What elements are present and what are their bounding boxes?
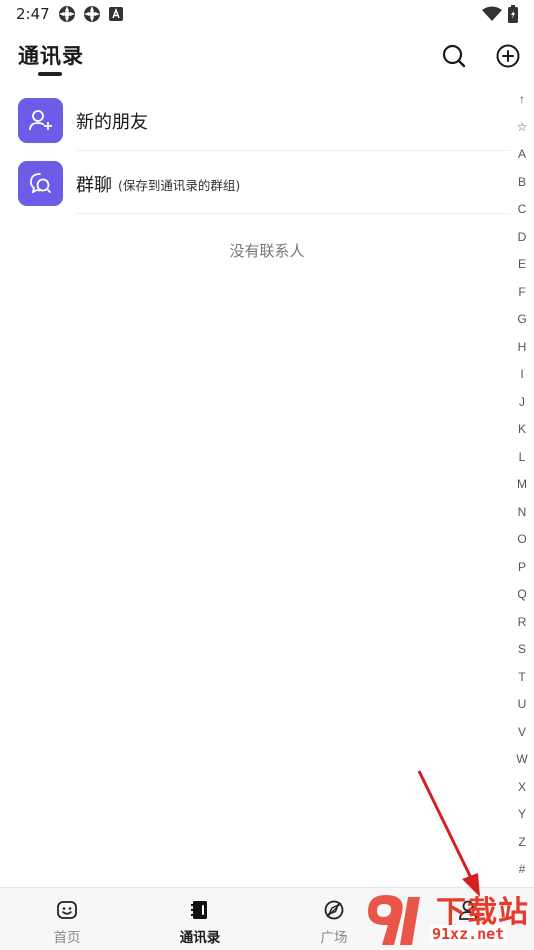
group-chat-note: (保存到通讯录的群组) [118,178,241,193]
chat-bubble-icon [30,173,51,194]
alpha-index-letter[interactable]: K [510,422,534,436]
alpha-index-letter[interactable]: ☆ [510,120,534,134]
nav-home-label: 首页 [53,930,81,946]
alpha-index-letter[interactable]: M [510,477,534,491]
notification-app-icon-2 [84,6,100,22]
alpha-index-letter[interactable]: P [510,560,534,574]
nav-home[interactable]: 首页 [17,888,117,950]
alpha-index-letter[interactable]: I [510,367,534,381]
alpha-index-letter[interactable]: X [510,780,534,794]
row-divider [76,213,510,214]
alpha-index-letter[interactable]: G [510,312,534,326]
alpha-index-letter[interactable]: R [510,615,534,629]
alpha-index-letter[interactable]: B [510,175,534,189]
add-circle-icon[interactable] [494,42,522,70]
battery-icon [508,5,518,23]
alpha-index-letter[interactable]: Q [510,587,534,601]
nav-profile[interactable] [418,888,518,950]
add-user-icon [29,110,52,131]
alpha-index-letter[interactable]: N [510,505,534,519]
alpha-index-letter[interactable]: E [510,257,534,271]
group-chat-row[interactable]: 群聊 (保存到通讯录的群组) [0,152,510,214]
alpha-index-letter[interactable]: ↑ [510,92,534,106]
font-app-icon [109,7,123,21]
nav-contacts-label: 通讯录 [179,930,221,946]
status-time: 2:47 [16,5,50,23]
new-friends-label: 新的朋友 [76,112,148,133]
alpha-index-letter[interactable]: C [510,202,534,216]
bottom-nav: 首页 通讯录 广场 [0,887,534,950]
alpha-index-letter[interactable]: W [510,752,534,766]
alpha-index-letter[interactable]: L [510,450,534,464]
empty-contacts-message: 没有联系人 [229,242,305,260]
nav-plaza[interactable]: 广场 [284,888,384,950]
nav-plaza-label: 广场 [320,930,348,946]
alpha-index-letter[interactable]: T [510,670,534,684]
alpha-index-letter[interactable]: F [510,285,534,299]
alpha-index-letter[interactable]: O [510,532,534,546]
alpha-index-letter[interactable]: U [510,697,534,711]
compass-icon [324,900,344,920]
alpha-index-letter[interactable]: A [510,147,534,161]
app-header: 通讯录 [0,28,534,80]
search-icon[interactable] [440,42,468,70]
alpha-index-letter[interactable]: S [510,642,534,656]
new-friends-row[interactable]: 新的朋友 [0,89,510,151]
row-divider [76,150,510,151]
group-chat-label: 群聊 [76,175,112,196]
alpha-index-letter[interactable]: V [510,725,534,739]
smile-face-icon [57,901,77,919]
alpha-index-letter[interactable]: J [510,395,534,409]
contacts-book-icon [191,901,207,919]
group-chat-avatar [18,161,63,206]
notification-app-icon [59,6,75,22]
alpha-index-letter[interactable]: Z [510,835,534,849]
alpha-index-letter[interactable]: H [510,340,534,354]
status-bar: 2:47 [0,0,534,28]
alpha-index-letter[interactable]: Y [510,807,534,821]
wifi-icon [482,6,502,21]
new-friends-avatar [18,98,63,143]
page-title: 通讯录 [18,44,84,68]
alpha-index-letter[interactable]: D [510,230,534,244]
title-underline [38,72,62,76]
profile-icon [459,900,477,920]
alpha-index-letter[interactable]: # [510,862,534,876]
nav-contacts[interactable]: 通讯录 [150,888,250,950]
